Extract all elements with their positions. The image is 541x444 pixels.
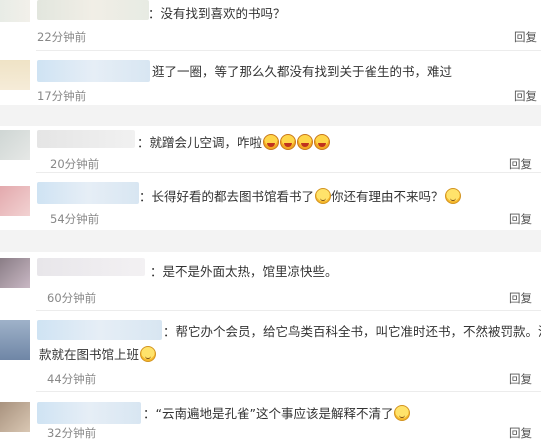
comment-time: 44分钟前 — [47, 372, 97, 386]
reply-button[interactable]: 回复 — [509, 211, 532, 227]
comment-text-content: 你还有理由不来吗？ — [331, 189, 444, 204]
avatar[interactable] — [0, 320, 30, 360]
username[interactable] — [37, 182, 139, 204]
avatar[interactable] — [0, 258, 30, 288]
laugh-emoji-icon — [263, 134, 280, 150]
divider — [36, 172, 541, 173]
comment-time: 60分钟前 — [47, 291, 97, 305]
comment-card-3: ：是不是外面太热，馆里凉快些。 60分钟前 回复 ：帮它办个会员，给它鸟类百科全… — [0, 252, 541, 444]
comment-text-line2: 款就在图书馆上班 — [39, 346, 157, 363]
username[interactable] — [37, 0, 149, 20]
comment-text: ：“云南遍地是孔雀”这个事应该是解释不清了 — [143, 405, 411, 422]
username[interactable] — [37, 130, 135, 148]
smile-emoji-icon — [394, 405, 411, 421]
laugh-emoji-icon — [280, 134, 297, 150]
comment-text: ：就蹭会儿空调，咋啦 — [137, 134, 331, 151]
reply-button[interactable]: 回复 — [514, 88, 537, 104]
username[interactable] — [37, 60, 150, 82]
comment-text: 逛了一圈，等了那么久都没有找到关于雀生的书，难过 — [152, 64, 453, 79]
reply-button[interactable]: 回复 — [509, 290, 532, 306]
avatar[interactable] — [0, 402, 30, 432]
comment-time: 20分钟前 — [50, 157, 100, 171]
comment-text: ：帮它办个会员，给它鸟类百科全书，叫它准时还书，不然被罚款。没 — [163, 324, 541, 339]
reply-button[interactable]: 回复 — [509, 156, 532, 172]
comment-text: ：没有找到喜欢的书吗？ — [148, 6, 286, 21]
smile-emoji-icon — [140, 346, 157, 362]
comment-text-content: ：“云南遍地是孔雀”这个事应该是解释不清了 — [143, 406, 394, 421]
username[interactable] — [37, 258, 145, 276]
comment-time: 17分钟前 — [37, 89, 87, 103]
comment-card-1: ：没有找到喜欢的书吗？ 22分钟前 回复 逛了一圈，等了那么久都没有找到关于雀生… — [0, 0, 541, 105]
comment-text: ：长得好看的都去图书馆看书了 你还有理由不来吗？ — [139, 188, 461, 205]
comment-time: 22分钟前 — [37, 30, 87, 44]
avatar[interactable] — [0, 186, 30, 216]
avatar[interactable] — [0, 0, 30, 22]
avatar[interactable] — [0, 130, 30, 160]
smile-emoji-icon — [315, 188, 332, 204]
laugh-emoji-icon — [297, 134, 314, 150]
username[interactable] — [37, 402, 141, 424]
username[interactable] — [37, 320, 162, 340]
comment-text-content: 款就在图书馆上班 — [39, 347, 140, 362]
comment-time: 54分钟前 — [50, 212, 100, 226]
comment-text-content: ：就蹭会儿空调，咋啦 — [137, 135, 263, 150]
reply-button[interactable]: 回复 — [509, 425, 532, 441]
divider — [36, 310, 541, 311]
reply-button[interactable]: 回复 — [514, 29, 537, 45]
laugh-emoji-icon — [314, 134, 331, 150]
comment-text: ：是不是外面太热，馆里凉快些。 — [150, 264, 338, 279]
comment-text-content: ：长得好看的都去图书馆看书了 — [139, 189, 315, 204]
reply-button[interactable]: 回复 — [509, 371, 532, 387]
divider — [36, 391, 541, 392]
comment-card-2: ：就蹭会儿空调，咋啦 20分钟前 回复 ：长得好看的都去图书馆看书了 你还有理由不… — [0, 126, 541, 230]
comment-time: 32分钟前 — [47, 426, 97, 440]
smile-emoji-icon — [444, 188, 461, 204]
avatar[interactable] — [0, 60, 30, 90]
divider — [36, 50, 541, 51]
